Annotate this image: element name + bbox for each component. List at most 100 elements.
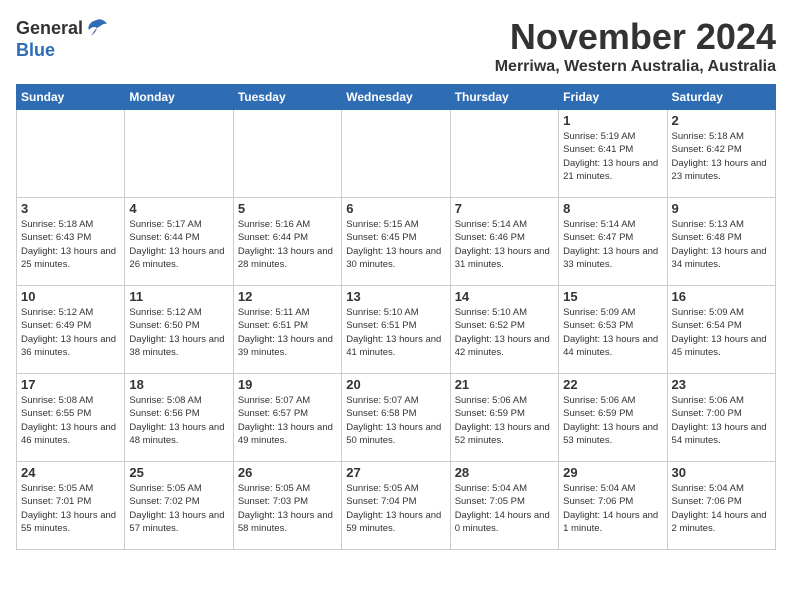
calendar-cell: 12Sunrise: 5:11 AM Sunset: 6:51 PM Dayli… xyxy=(233,286,341,374)
day-number: 12 xyxy=(238,289,337,304)
calendar-cell: 21Sunrise: 5:06 AM Sunset: 6:59 PM Dayli… xyxy=(450,374,558,462)
calendar-cell: 22 Sunrise: 5:06 AM Sunset: 6:59 PM Dayli… xyxy=(559,374,667,462)
calendar-cell: 9Sunrise: 5:13 AM Sunset: 6:48 PM Daylig… xyxy=(667,198,775,286)
day-number: 23 xyxy=(672,377,771,392)
calendar-cell: 14 Sunrise: 5:10 AM Sunset: 6:52 PM Dayli… xyxy=(450,286,558,374)
calendar-week-5: 24 Sunrise: 5:05 AM Sunset: 7:01 PM Dayli… xyxy=(17,462,776,550)
day-number: 6 xyxy=(346,201,445,216)
day-number: 19 xyxy=(238,377,337,392)
day-number: 16 xyxy=(672,289,771,304)
calendar-cell: 1 Sunrise: 5:19 AM Sunset: 6:41 PM Daylig… xyxy=(559,110,667,198)
calendar-cell xyxy=(450,110,558,198)
day-info: Sunrise: 5:16 AM Sunset: 6:44 PM Dayligh… xyxy=(238,218,337,271)
day-number: 1 xyxy=(563,113,662,128)
calendar-cell: 5Sunrise: 5:16 AM Sunset: 6:44 PM Daylig… xyxy=(233,198,341,286)
day-info: Sunrise: 5:12 AM Sunset: 6:49 PM Dayligh… xyxy=(21,306,120,359)
day-info: Sunrise: 5:06 AM Sunset: 6:59 PM Dayligh… xyxy=(563,394,662,447)
weekday-header-friday: Friday xyxy=(559,85,667,110)
day-number: 8 xyxy=(563,201,662,216)
day-number: 10 xyxy=(21,289,120,304)
calendar-cell: 24 Sunrise: 5:05 AM Sunset: 7:01 PM Dayli… xyxy=(17,462,125,550)
calendar-cell: 11Sunrise: 5:12 AM Sunset: 6:50 PM Dayli… xyxy=(125,286,233,374)
day-info: Sunrise: 5:05 AM Sunset: 7:02 PM Dayligh… xyxy=(129,482,228,535)
calendar-cell: 6 Sunrise: 5:15 AM Sunset: 6:45 PM Daylig… xyxy=(342,198,450,286)
day-info: Sunrise: 5:09 AM Sunset: 6:53 PM Dayligh… xyxy=(563,306,662,359)
weekday-header-sunday: Sunday xyxy=(17,85,125,110)
day-info: Sunrise: 5:08 AM Sunset: 6:55 PM Dayligh… xyxy=(21,394,120,447)
weekday-header-monday: Monday xyxy=(125,85,233,110)
day-info: Sunrise: 5:08 AM Sunset: 6:56 PM Dayligh… xyxy=(129,394,228,447)
day-info: Sunrise: 5:09 AM Sunset: 6:54 PM Dayligh… xyxy=(672,306,771,359)
calendar-cell: 27Sunrise: 5:05 AM Sunset: 7:04 PM Dayli… xyxy=(342,462,450,550)
logo: General Blue xyxy=(16,16,109,61)
day-number: 25 xyxy=(129,465,228,480)
calendar-cell: 17 Sunrise: 5:08 AM Sunset: 6:55 PM Dayli… xyxy=(17,374,125,462)
weekday-header-saturday: Saturday xyxy=(667,85,775,110)
day-number: 4 xyxy=(129,201,228,216)
day-number: 29 xyxy=(563,465,662,480)
day-number: 18 xyxy=(129,377,228,392)
day-number: 26 xyxy=(238,465,337,480)
day-number: 7 xyxy=(455,201,554,216)
calendar-cell: 16 Sunrise: 5:09 AM Sunset: 6:54 PM Dayli… xyxy=(667,286,775,374)
day-info: Sunrise: 5:18 AM Sunset: 6:43 PM Dayligh… xyxy=(21,218,120,271)
logo-bird-icon xyxy=(85,16,109,40)
calendar-cell xyxy=(233,110,341,198)
day-number: 2 xyxy=(672,113,771,128)
day-info: Sunrise: 5:10 AM Sunset: 6:52 PM Dayligh… xyxy=(455,306,554,359)
calendar-week-1: 1 Sunrise: 5:19 AM Sunset: 6:41 PM Daylig… xyxy=(17,110,776,198)
calendar-week-3: 10 Sunrise: 5:12 AM Sunset: 6:49 PM Dayli… xyxy=(17,286,776,374)
calendar-cell xyxy=(17,110,125,198)
calendar-cell: 20Sunrise: 5:07 AM Sunset: 6:58 PM Dayli… xyxy=(342,374,450,462)
day-info: Sunrise: 5:18 AM Sunset: 6:42 PM Dayligh… xyxy=(672,130,771,183)
day-info: Sunrise: 5:13 AM Sunset: 6:48 PM Dayligh… xyxy=(672,218,771,271)
calendar-cell: 7 Sunrise: 5:14 AM Sunset: 6:46 PM Daylig… xyxy=(450,198,558,286)
location-title: Merriwa, Western Australia, Australia xyxy=(495,58,776,76)
day-number: 15 xyxy=(563,289,662,304)
calendar-cell: 26 Sunrise: 5:05 AM Sunset: 7:03 PM Dayli… xyxy=(233,462,341,550)
title-section: November 2024 Merriwa, Western Australia… xyxy=(495,16,776,76)
day-number: 22 xyxy=(563,377,662,392)
calendar-cell: 8Sunrise: 5:14 AM Sunset: 6:47 PM Daylig… xyxy=(559,198,667,286)
calendar-week-2: 3 Sunrise: 5:18 AM Sunset: 6:43 PM Daylig… xyxy=(17,198,776,286)
calendar-cell: 23 Sunrise: 5:06 AM Sunset: 7:00 PM Dayli… xyxy=(667,374,775,462)
day-number: 24 xyxy=(21,465,120,480)
day-info: Sunrise: 5:05 AM Sunset: 7:03 PM Dayligh… xyxy=(238,482,337,535)
logo-blue-text: Blue xyxy=(16,40,55,61)
calendar-cell: 3 Sunrise: 5:18 AM Sunset: 6:43 PM Daylig… xyxy=(17,198,125,286)
day-number: 13 xyxy=(346,289,445,304)
day-info: Sunrise: 5:04 AM Sunset: 7:06 PM Dayligh… xyxy=(563,482,662,535)
day-number: 14 xyxy=(455,289,554,304)
day-info: Sunrise: 5:14 AM Sunset: 6:46 PM Dayligh… xyxy=(455,218,554,271)
calendar-cell: 29 Sunrise: 5:04 AM Sunset: 7:06 PM Dayli… xyxy=(559,462,667,550)
calendar-cell: 10 Sunrise: 5:12 AM Sunset: 6:49 PM Dayli… xyxy=(17,286,125,374)
calendar-cell: 25 Sunrise: 5:05 AM Sunset: 7:02 PM Dayli… xyxy=(125,462,233,550)
day-info: Sunrise: 5:19 AM Sunset: 6:41 PM Dayligh… xyxy=(563,130,662,183)
calendar-cell: 18 Sunrise: 5:08 AM Sunset: 6:56 PM Dayli… xyxy=(125,374,233,462)
day-info: Sunrise: 5:06 AM Sunset: 7:00 PM Dayligh… xyxy=(672,394,771,447)
calendar-cell xyxy=(342,110,450,198)
calendar-cell: 15 Sunrise: 5:09 AM Sunset: 6:53 PM Dayli… xyxy=(559,286,667,374)
calendar-cell: 4Sunrise: 5:17 AM Sunset: 6:44 PM Daylig… xyxy=(125,198,233,286)
weekday-header-tuesday: Tuesday xyxy=(233,85,341,110)
day-number: 30 xyxy=(672,465,771,480)
day-info: Sunrise: 5:10 AM Sunset: 6:51 PM Dayligh… xyxy=(346,306,445,359)
calendar-cell: 28Sunrise: 5:04 AM Sunset: 7:05 PM Dayli… xyxy=(450,462,558,550)
day-info: Sunrise: 5:15 AM Sunset: 6:45 PM Dayligh… xyxy=(346,218,445,271)
month-title: November 2024 xyxy=(495,16,776,58)
page-header: General Blue November 2024 Merriwa, West… xyxy=(16,16,776,76)
calendar-cell: 19 Sunrise: 5:07 AM Sunset: 6:57 PM Dayli… xyxy=(233,374,341,462)
calendar-cell: 13 Sunrise: 5:10 AM Sunset: 6:51 PM Dayli… xyxy=(342,286,450,374)
day-info: Sunrise: 5:05 AM Sunset: 7:01 PM Dayligh… xyxy=(21,482,120,535)
calendar-table: SundayMondayTuesdayWednesdayThursdayFrid… xyxy=(16,84,776,550)
calendar-cell: 2 Sunrise: 5:18 AM Sunset: 6:42 PM Daylig… xyxy=(667,110,775,198)
day-number: 3 xyxy=(21,201,120,216)
day-number: 28 xyxy=(455,465,554,480)
day-info: Sunrise: 5:06 AM Sunset: 6:59 PM Dayligh… xyxy=(455,394,554,447)
day-info: Sunrise: 5:07 AM Sunset: 6:58 PM Dayligh… xyxy=(346,394,445,447)
day-info: Sunrise: 5:07 AM Sunset: 6:57 PM Dayligh… xyxy=(238,394,337,447)
calendar-week-4: 17 Sunrise: 5:08 AM Sunset: 6:55 PM Dayli… xyxy=(17,374,776,462)
day-number: 17 xyxy=(21,377,120,392)
weekday-header-row: SundayMondayTuesdayWednesdayThursdayFrid… xyxy=(17,85,776,110)
day-number: 27 xyxy=(346,465,445,480)
